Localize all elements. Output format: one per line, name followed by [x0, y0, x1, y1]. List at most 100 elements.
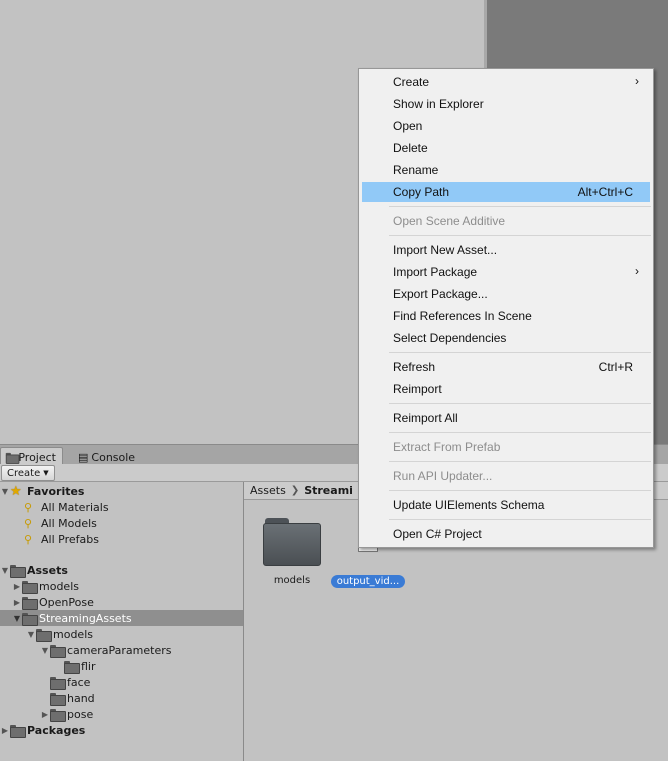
folder-icon [22, 580, 38, 594]
tree-item-all-materials[interactable]: ⚲ All Materials [0, 499, 243, 515]
tree-item-label: pose [67, 707, 94, 721]
tree-item-packages[interactable]: ▶ Packages [0, 722, 243, 738]
tree-item-models[interactable]: ▶ models [0, 578, 243, 594]
tree-item-all-prefabs[interactable]: ⚲ All Prefabs [0, 531, 243, 547]
menu-item-extract-from-prefab: Extract From Prefab [362, 437, 650, 457]
menu-item-export-package[interactable]: Export Package... [362, 284, 650, 304]
menu-item-label: Select Dependencies [393, 331, 507, 345]
menu-item-import-package[interactable]: Import Package › [362, 262, 650, 282]
tree-item-pose[interactable]: ▶ pose [0, 706, 243, 722]
chevron-right-icon: › [635, 264, 639, 278]
menu-separator [389, 432, 651, 433]
tab-project[interactable]: Project [0, 447, 63, 465]
folder-icon [10, 564, 26, 578]
menu-item-run-api-updater: Run API Updater... [362, 466, 650, 486]
menu-item-reimport[interactable]: Reimport [362, 379, 650, 399]
tree-item-all-models[interactable]: ⚲ All Models [0, 515, 243, 531]
chevron-right-icon: › [635, 74, 639, 88]
project-tree: ▼ ★ Favorites ⚲ All Materials ⚲ All Mode… [0, 482, 243, 761]
menu-item-delete[interactable]: Delete [362, 138, 650, 158]
tree-item-streamingassets[interactable]: ▼ StreamingAssets [0, 610, 243, 626]
menu-item-label: Open Scene Additive [393, 214, 506, 228]
collapsed-arrow-icon[interactable]: ▶ [12, 598, 22, 607]
tab-project-label: Project [18, 451, 56, 464]
menu-item-label: Reimport [393, 382, 442, 396]
menu-item-label: Open [393, 119, 423, 133]
expand-arrow-icon[interactable]: ▼ [40, 646, 50, 655]
tree-item-openpose[interactable]: ▶ OpenPose [0, 594, 243, 610]
tree-item-sa-models[interactable]: ▼ models [0, 626, 243, 642]
menu-item-shortcut: Ctrl+R [598, 360, 633, 374]
folder-icon [22, 596, 38, 610]
menu-separator [389, 519, 651, 520]
search-icon: ⚲ [24, 532, 33, 546]
create-button-label: Create [7, 467, 41, 479]
tree-item-favorites[interactable]: ▼ ★ Favorites [0, 483, 243, 499]
tree-item-hand[interactable]: hand [0, 690, 243, 706]
menu-item-shortcut: Alt+Ctrl+C [577, 185, 633, 199]
console-icon: ▤ [78, 450, 89, 464]
tree-item-label: flir [81, 659, 96, 673]
search-icon: ⚲ [24, 516, 33, 530]
tab-console-label: Console [91, 450, 136, 464]
menu-item-show-in-explorer[interactable]: Show in Explorer [362, 94, 650, 114]
menu-item-import-new-asset[interactable]: Import New Asset... [362, 240, 650, 260]
menu-item-select-dependencies[interactable]: Select Dependencies [362, 328, 650, 348]
folder-icon [263, 518, 321, 566]
menu-item-label: Open C# Project [393, 527, 482, 541]
tree-item-label: Favorites [27, 484, 85, 498]
folder-icon [50, 692, 66, 706]
chevron-down-icon: ▼ [43, 469, 49, 477]
expand-arrow-icon[interactable]: ▼ [0, 566, 10, 575]
menu-item-label: Extract From Prefab [393, 440, 501, 454]
menu-item-label: Reimport All [393, 411, 458, 425]
expand-arrow-icon[interactable]: ▼ [26, 630, 36, 639]
menu-item-update-uielements-schema[interactable]: Update UIElements Schema [362, 495, 650, 515]
breadcrumb-current[interactable]: Streami [304, 484, 353, 497]
asset-item-models-folder[interactable]: models [262, 518, 322, 586]
menu-item-open-csharp-project[interactable]: Open C# Project [362, 524, 650, 544]
menu-item-open[interactable]: Open [362, 116, 650, 136]
menu-item-refresh[interactable]: Refresh Ctrl+R [362, 357, 650, 377]
tree-item-flir[interactable]: flir [0, 658, 243, 674]
menu-separator [389, 490, 651, 491]
expand-arrow-icon[interactable]: ▼ [0, 487, 10, 496]
tab-console[interactable]: ▤ Console [74, 447, 141, 465]
menu-item-find-references[interactable]: Find References In Scene [362, 306, 650, 326]
menu-item-label: Copy Path [393, 185, 450, 199]
menu-item-copy-path[interactable]: Copy Path Alt+Ctrl+C [362, 182, 650, 202]
breadcrumb-assets[interactable]: Assets [250, 484, 286, 497]
menu-item-label: Rename [393, 163, 439, 177]
menu-separator [389, 352, 651, 353]
folder-icon [36, 628, 52, 642]
tree-item-label: All Prefabs [41, 532, 99, 546]
folder-icon [22, 612, 38, 626]
tree-item-cameraparameters[interactable]: ▼ cameraParameters [0, 642, 243, 658]
menu-separator [389, 403, 651, 404]
menu-item-rename[interactable]: Rename [362, 160, 650, 180]
folder-icon [50, 676, 66, 690]
tree-item-label: StreamingAssets [39, 611, 132, 625]
menu-item-label: Find References In Scene [393, 309, 532, 323]
expand-arrow-icon[interactable]: ▼ [12, 614, 22, 623]
search-icon: ⚲ [24, 500, 33, 514]
collapsed-arrow-icon[interactable]: ▶ [40, 710, 50, 719]
menu-item-label: Import Package [393, 265, 478, 279]
collapsed-arrow-icon[interactable]: ▶ [12, 582, 22, 591]
tree-item-label: Packages [27, 723, 86, 737]
menu-separator [389, 461, 651, 462]
menu-item-reimport-all[interactable]: Reimport All [362, 408, 650, 428]
folder-icon [10, 724, 26, 738]
tree-item-face[interactable]: face [0, 674, 243, 690]
tree-item-assets[interactable]: ▼ Assets [0, 562, 243, 578]
menu-item-create[interactable]: Create › [362, 72, 650, 92]
menu-item-label: Import New Asset... [393, 243, 498, 257]
create-dropdown-button[interactable]: Create ▼ [1, 465, 55, 481]
collapsed-arrow-icon[interactable]: ▶ [0, 726, 10, 735]
project-folder-icon [5, 452, 20, 464]
tree-item-label: All Models [41, 516, 97, 530]
tree-item-label: models [39, 579, 79, 593]
folder-icon [50, 708, 66, 722]
tree-item-label: All Materials [41, 500, 109, 514]
tree-item-label: OpenPose [39, 595, 94, 609]
